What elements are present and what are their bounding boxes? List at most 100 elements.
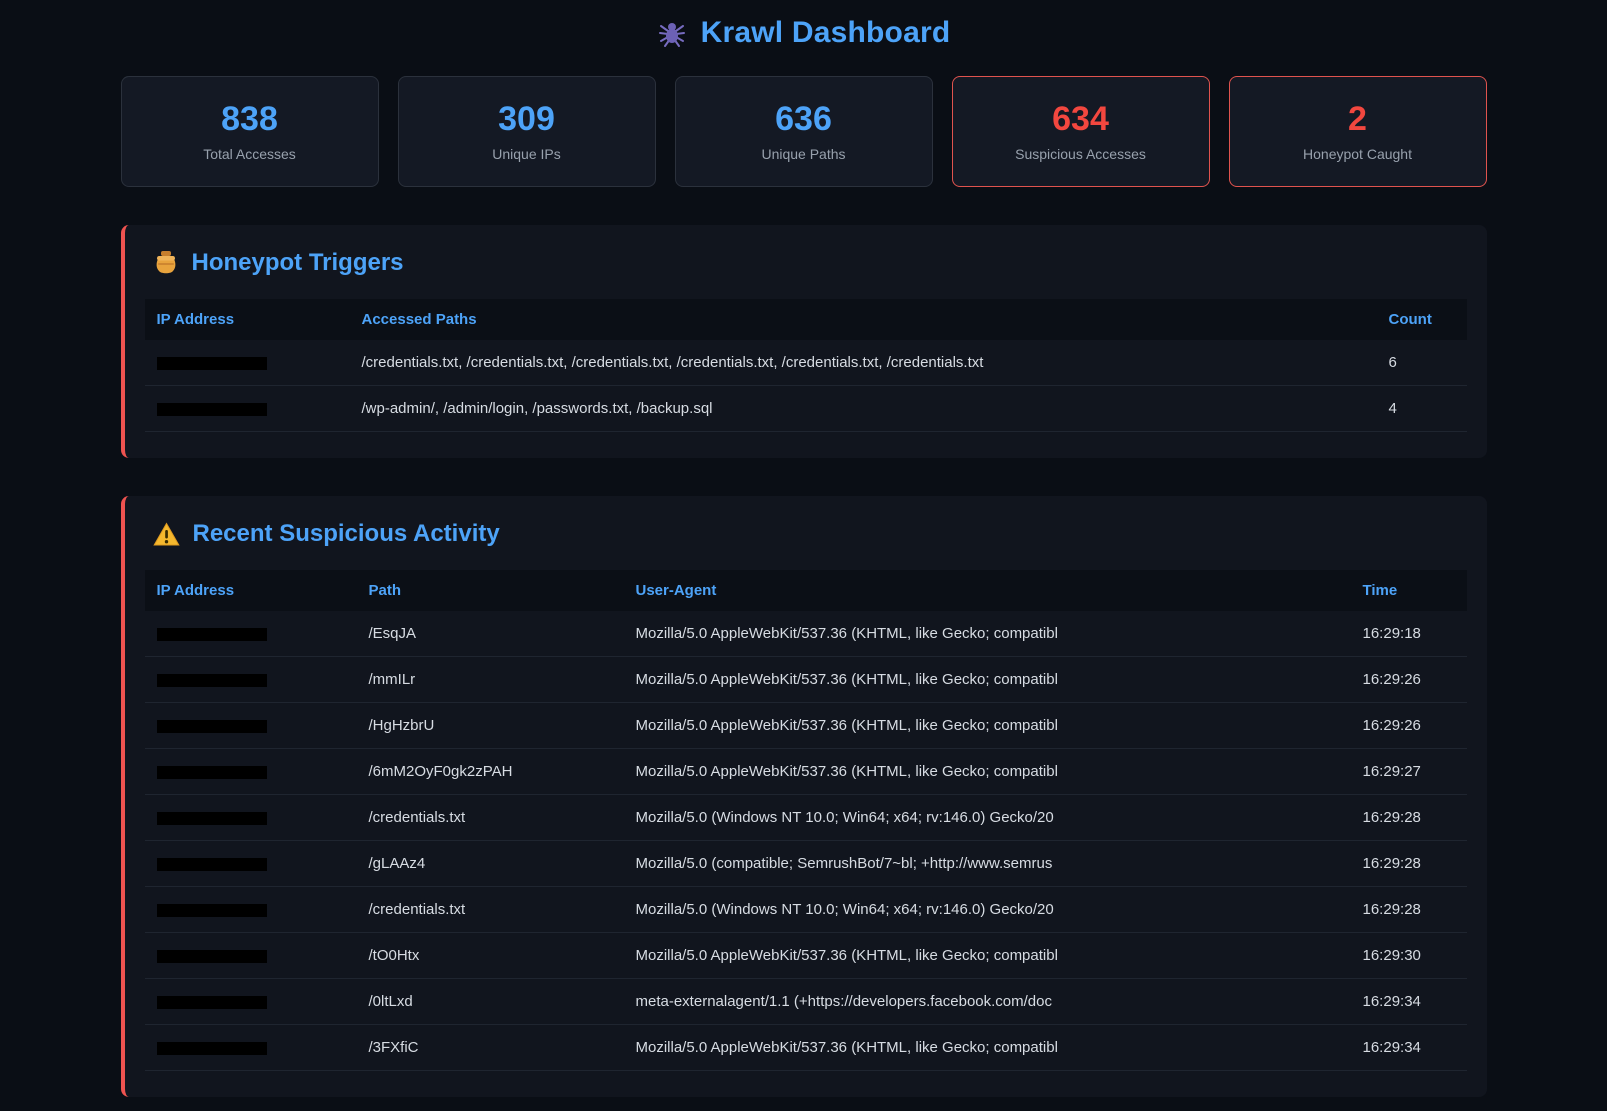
user-agent-cell: Mozilla/5.0 (Windows NT 10.0; Win64; x64… (624, 887, 1351, 932)
spider-icon (657, 18, 687, 48)
honeypot-panel-title: Honeypot Triggers (153, 249, 1467, 277)
stat-label: Unique IPs (492, 146, 560, 162)
redacted-ip-bar (157, 950, 267, 963)
count-cell: 4 (1377, 386, 1467, 431)
stat-label: Honeypot Caught (1303, 146, 1412, 162)
ip-cell (145, 1025, 357, 1070)
path-cell: /HgHzbrU (357, 703, 624, 748)
paths-cell: /credentials.txt, /credentials.txt, /cre… (350, 340, 1377, 385)
stat-label: Total Accesses (203, 146, 296, 162)
ip-cell (145, 933, 357, 978)
user-agent-cell: Mozilla/5.0 AppleWebKit/537.36 (KHTML, l… (624, 657, 1351, 702)
ip-cell (145, 611, 357, 656)
stat-card-unique-paths: 636 Unique Paths (675, 76, 933, 187)
table-row: /tO0Htx Mozilla/5.0 AppleWebKit/537.36 (… (145, 933, 1467, 979)
path-cell: /gLAAz4 (357, 841, 624, 886)
stat-value: 2 (1348, 102, 1367, 136)
time-cell: 16:29:34 (1351, 1025, 1467, 1070)
table-row: /gLAAz4 Mozilla/5.0 (compatible; Semrush… (145, 841, 1467, 887)
ip-cell (145, 657, 357, 702)
column-header-time: Time (1351, 570, 1467, 611)
count-cell: 6 (1377, 340, 1467, 385)
table-row: /3FXfiC Mozilla/5.0 AppleWebKit/537.36 (… (145, 1025, 1467, 1071)
user-agent-cell: Mozilla/5.0 (Windows NT 10.0; Win64; x64… (624, 795, 1351, 840)
page-title: Krawl Dashboard (701, 16, 951, 50)
user-agent-cell: Mozilla/5.0 AppleWebKit/537.36 (KHTML, l… (624, 611, 1351, 656)
table-row: /EsqJA Mozilla/5.0 AppleWebKit/537.36 (K… (145, 611, 1467, 657)
path-cell: /6mM2OyF0gk2zPAH (357, 749, 624, 794)
table-row: /credentials.txt Mozilla/5.0 (Windows NT… (145, 887, 1467, 933)
suspicious-panel-title: Recent Suspicious Activity (153, 520, 1467, 548)
path-cell: /mmILr (357, 657, 624, 702)
path-cell: /3FXfiC (357, 1025, 624, 1070)
column-header-ip: IP Address (145, 570, 357, 611)
time-cell: 16:29:27 (1351, 749, 1467, 794)
stat-card-unique-ips: 309 Unique IPs (398, 76, 656, 187)
redacted-ip-bar (157, 996, 267, 1009)
suspicious-panel-title-text: Recent Suspicious Activity (193, 520, 500, 548)
suspicious-activity-panel: Recent Suspicious Activity IP Address Pa… (121, 496, 1487, 1097)
honeypot-panel-title-text: Honeypot Triggers (192, 249, 404, 277)
user-agent-cell: Mozilla/5.0 AppleWebKit/537.36 (KHTML, l… (624, 933, 1351, 978)
stat-card-honeypot-caught: 2 Honeypot Caught (1229, 76, 1487, 187)
table-row: /0ltLxd meta-externalagent/1.1 (+https:/… (145, 979, 1467, 1025)
ip-cell (145, 795, 357, 840)
ip-cell (145, 386, 350, 431)
time-cell: 16:29:28 (1351, 841, 1467, 886)
path-cell: /credentials.txt (357, 795, 624, 840)
redacted-ip-bar (157, 720, 267, 733)
column-header-paths: Accessed Paths (350, 299, 1377, 340)
redacted-ip-bar (157, 812, 267, 825)
honeypot-icon (153, 250, 179, 276)
table-row: /credentials.txt, /credentials.txt, /cre… (145, 340, 1467, 386)
ip-cell (145, 340, 350, 385)
column-header-count: Count (1377, 299, 1467, 340)
honeypot-triggers-panel: Honeypot Triggers IP Address Accessed Pa… (121, 225, 1487, 458)
redacted-ip-bar (157, 628, 267, 641)
stat-label: Unique Paths (761, 146, 845, 162)
ip-cell (145, 979, 357, 1024)
time-cell: 16:29:30 (1351, 933, 1467, 978)
table-row: /HgHzbrU Mozilla/5.0 AppleWebKit/537.36 … (145, 703, 1467, 749)
path-cell: /0ltLxd (357, 979, 624, 1024)
redacted-ip-bar (157, 403, 267, 416)
redacted-ip-bar (157, 357, 267, 370)
redacted-ip-bar (157, 1042, 267, 1055)
table-row: /wp-admin/, /admin/login, /passwords.txt… (145, 386, 1467, 432)
time-cell: 16:29:28 (1351, 887, 1467, 932)
paths-cell: /wp-admin/, /admin/login, /passwords.txt… (350, 386, 1377, 431)
suspicious-table-header: IP Address Path User-Agent Time (145, 570, 1467, 611)
table-row: /mmILr Mozilla/5.0 AppleWebKit/537.36 (K… (145, 657, 1467, 703)
user-agent-cell: Mozilla/5.0 AppleWebKit/537.36 (KHTML, l… (624, 703, 1351, 748)
stat-value: 838 (221, 102, 278, 136)
time-cell: 16:29:18 (1351, 611, 1467, 656)
redacted-ip-bar (157, 858, 267, 871)
redacted-ip-bar (157, 904, 267, 917)
user-agent-cell: Mozilla/5.0 AppleWebKit/537.36 (KHTML, l… (624, 749, 1351, 794)
stat-card-suspicious-accesses: 634 Suspicious Accesses (952, 76, 1210, 187)
ip-cell (145, 749, 357, 794)
honeypot-table: IP Address Accessed Paths Count /credent… (145, 299, 1467, 432)
path-cell: /credentials.txt (357, 887, 624, 932)
redacted-ip-bar (157, 766, 267, 779)
stat-label: Suspicious Accesses (1015, 146, 1146, 162)
suspicious-table: IP Address Path User-Agent Time /EsqJA M… (145, 570, 1467, 1071)
time-cell: 16:29:34 (1351, 979, 1467, 1024)
time-cell: 16:29:26 (1351, 657, 1467, 702)
stat-value: 309 (498, 102, 555, 136)
ip-cell (145, 703, 357, 748)
ip-cell (145, 887, 357, 932)
time-cell: 16:29:26 (1351, 703, 1467, 748)
column-header-user-agent: User-Agent (624, 570, 1351, 611)
dashboard-page: Krawl Dashboard 838 Total Accesses 309 U… (121, 0, 1487, 1097)
path-cell: /tO0Htx (357, 933, 624, 978)
table-row: /credentials.txt Mozilla/5.0 (Windows NT… (145, 795, 1467, 841)
column-header-path: Path (357, 570, 624, 611)
warning-icon (153, 522, 180, 547)
time-cell: 16:29:28 (1351, 795, 1467, 840)
stat-card-total-accesses: 838 Total Accesses (121, 76, 379, 187)
user-agent-cell: Mozilla/5.0 AppleWebKit/537.36 (KHTML, l… (624, 1025, 1351, 1070)
user-agent-cell: meta-externalagent/1.1 (+https://develop… (624, 979, 1351, 1024)
page-header: Krawl Dashboard (121, 0, 1487, 76)
user-agent-cell: Mozilla/5.0 (compatible; SemrushBot/7~bl… (624, 841, 1351, 886)
